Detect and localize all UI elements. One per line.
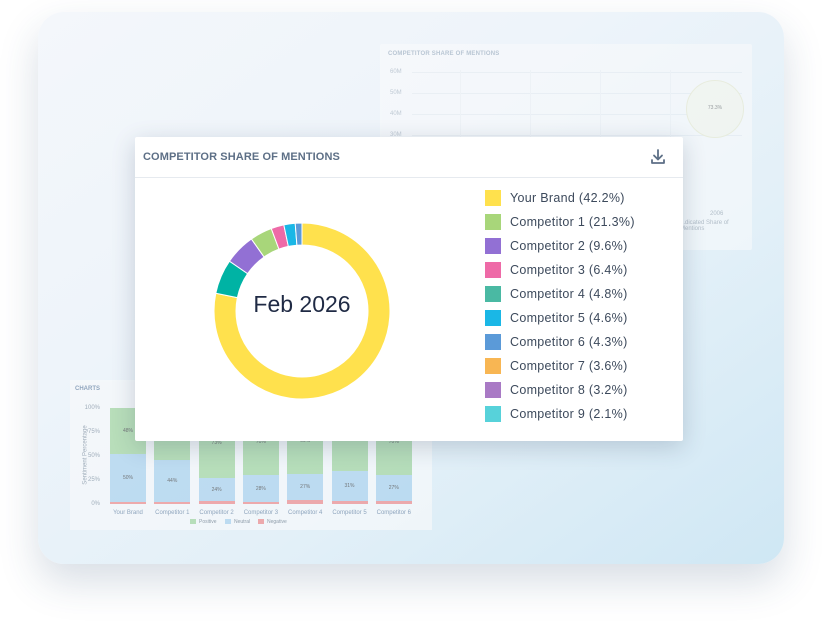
sentiment-ytick: 75% [87,429,100,435]
sentiment-segment [331,501,368,504]
legend-swatch [485,238,501,254]
legend-label: Neutral [234,519,251,525]
legend-swatch [190,519,196,525]
bg-card-title: COMPETITOR SHARE OF MENTIONS [388,51,500,57]
sentiment-segment-label: 24% [211,486,222,493]
legend-label: Positive [199,519,217,525]
donut-slice[interactable] [294,222,303,246]
sentiment-segment-label: 31% [344,483,355,490]
bg-xtick: 2006 [710,211,724,217]
bg-ytick: 60M [390,69,402,75]
bg-ytick: 50M [390,90,402,96]
legend-label: Competitor 6 (4.3%) [510,335,628,349]
card-header: COMPETITOR SHARE OF MENTIONS [135,137,683,178]
sentiment-ytick: 100% [84,405,100,411]
sentiment-segment [198,501,235,504]
bg-ytick: 40M [390,111,402,117]
bg-gridline [412,135,742,136]
donut-center-label: Feb 2026 [253,291,351,317]
legend-swatch [225,519,231,525]
legend-swatch [485,262,501,278]
legend-positive: Positive [190,519,217,525]
legend-label: Your Brand (42.2%) [510,191,625,205]
legend-swatch [485,358,501,374]
bg-gridline [412,72,742,73]
legend-label: Competitor 3 (6.4%) [510,263,628,277]
sentiment-segment [242,502,279,504]
sentiment-ytick: 50% [87,453,100,459]
legend-swatch [485,310,501,326]
bg-bubble-label: 73.3% [707,105,723,111]
legend-swatch [485,382,501,398]
sentiment-ytick: 0% [91,501,100,507]
legend-label: Competitor 9 (2.1%) [510,407,628,421]
sentiment-segment [287,500,324,504]
legend-swatch [485,406,501,422]
bg-bubble: 73.3% [686,80,744,138]
legend-label: Competitor 1 (21.3%) [510,215,635,229]
legend-swatch [485,190,501,206]
card-title: COMPETITOR SHARE OF MENTIONS [143,151,340,163]
legend-negative: Negative [258,519,287,525]
sentiment-segment-label: 27% [388,485,399,492]
share-of-mentions-card: COMPETITOR SHARE OF MENTIONS Feb 2026 Yo… [135,137,683,441]
legend-swatch [485,286,501,302]
legend-swatch [485,214,501,230]
legend-swatch [485,334,501,350]
sentiment-segment-label: 27% [300,484,311,491]
bg-xlabel: ...dicated Share of Mentions [680,220,729,232]
legend-label: Competitor 8 (3.2%) [510,383,628,397]
legend-label: Competitor 4 (4.8%) [510,287,628,301]
sentiment-segment-label: 44% [167,477,178,484]
sentiment-card-title: CHARTS [75,386,100,392]
sentiment-segment [110,502,146,504]
sentiment-segment [375,501,412,504]
sentiment-xtick: Competitor 6 [376,510,411,516]
download-icon[interactable] [649,148,667,166]
legend-label: Competitor 5 (4.6%) [510,311,628,325]
legend-label: Competitor 2 (9.6%) [510,239,628,253]
legend-label: Negative [267,519,287,525]
sentiment-ytick: 25% [87,477,100,483]
legend-label: Competitor 7 (3.6%) [510,359,628,373]
legend-neutral: Neutral [225,519,250,525]
sentiment-segment-label: 28% [255,485,266,492]
sentiment-segment [154,502,191,504]
legend-swatch [258,519,264,525]
sentiment-segment-label: 50% [122,475,133,482]
